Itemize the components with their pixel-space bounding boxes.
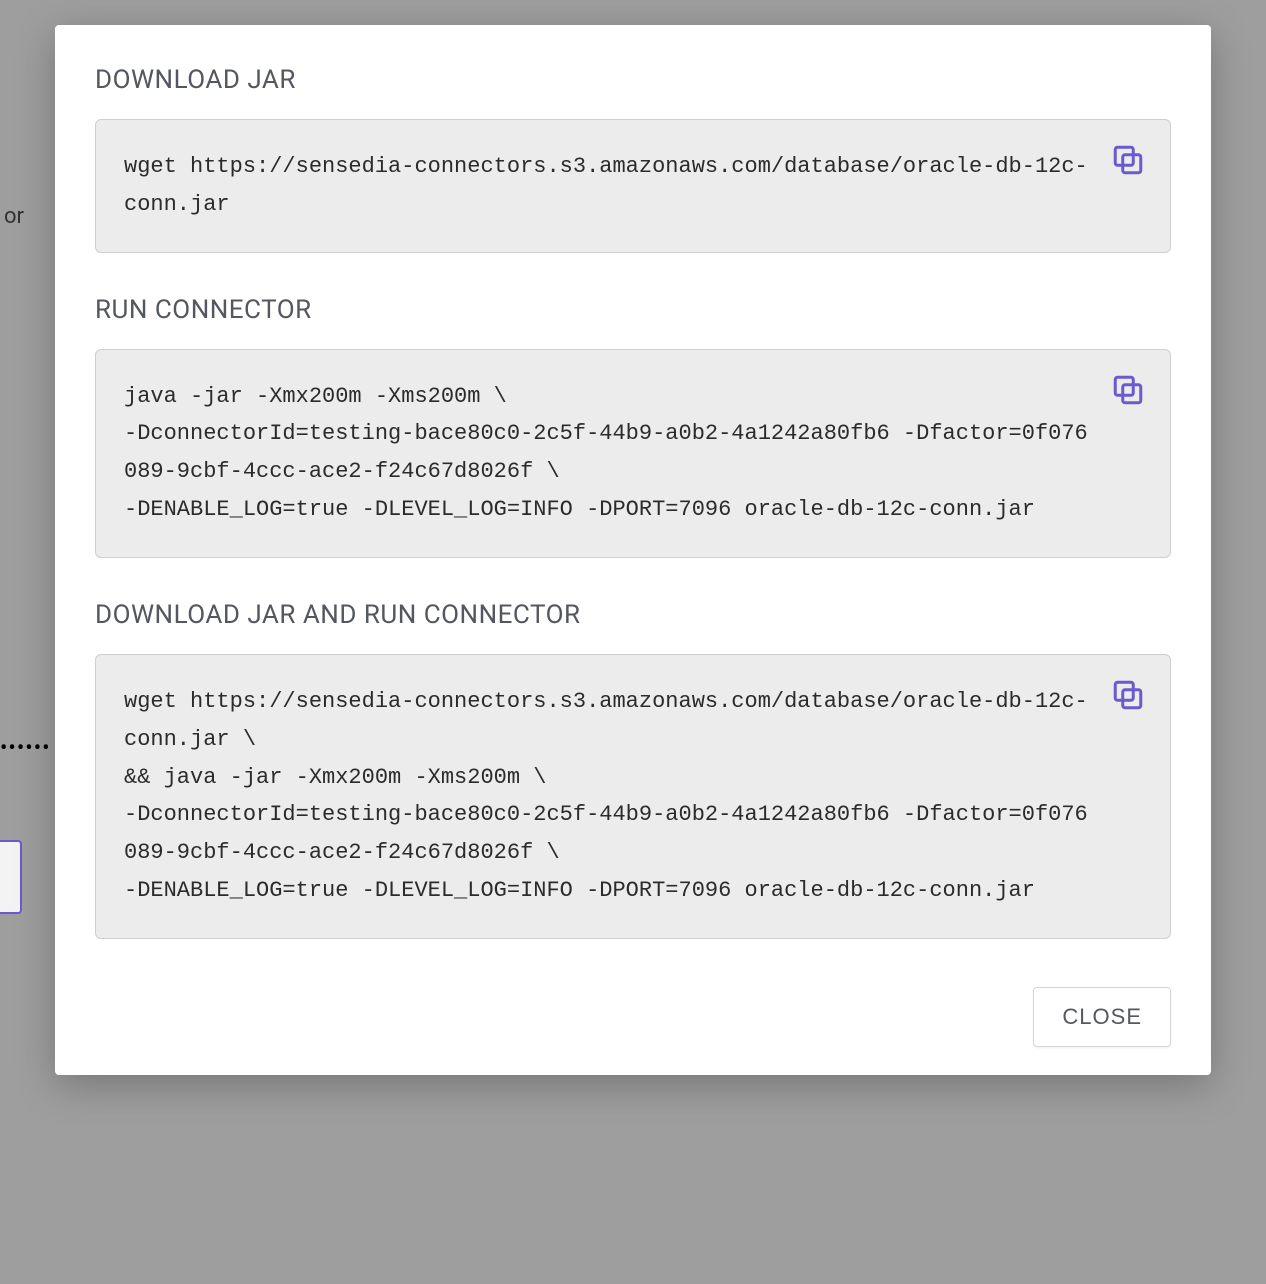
download-jar-title: DOWNLOAD JAR [95, 65, 1171, 95]
run-connector-codebox: java -jar -Xmx200m -Xms200m \ -Dconnecto… [95, 349, 1171, 558]
background-text-fragment: or [0, 200, 28, 233]
close-button[interactable]: CLOSE [1033, 987, 1171, 1047]
download-and-run-section: DOWNLOAD JAR AND RUN CONNECTOR wget http… [95, 600, 1171, 939]
copy-button-download[interactable] [1108, 140, 1148, 180]
copy-button-download-run[interactable] [1108, 675, 1148, 715]
run-connector-code: java -jar -Xmx200m -Xms200m \ -Dconnecto… [124, 378, 1100, 529]
background-button-fragment [0, 840, 22, 914]
commands-modal: DOWNLOAD JAR wget https://sensedia-conne… [55, 25, 1211, 1075]
copy-button-run[interactable] [1108, 370, 1148, 410]
background-password-dots: •••••• [0, 736, 55, 758]
download-and-run-code: wget https://sensedia-connectors.s3.amaz… [124, 683, 1100, 910]
copy-icon [1110, 396, 1146, 411]
run-connector-title: RUN CONNECTOR [95, 295, 1171, 325]
copy-icon [1110, 701, 1146, 716]
run-connector-section: RUN CONNECTOR java -jar -Xmx200m -Xms200… [95, 295, 1171, 558]
copy-icon [1110, 166, 1146, 181]
download-and-run-codebox: wget https://sensedia-connectors.s3.amaz… [95, 654, 1171, 939]
modal-footer: CLOSE [95, 987, 1171, 1047]
download-jar-section: DOWNLOAD JAR wget https://sensedia-conne… [95, 65, 1171, 253]
download-and-run-title: DOWNLOAD JAR AND RUN CONNECTOR [95, 600, 1171, 630]
download-jar-code: wget https://sensedia-connectors.s3.amaz… [124, 148, 1100, 224]
download-jar-codebox: wget https://sensedia-connectors.s3.amaz… [95, 119, 1171, 253]
